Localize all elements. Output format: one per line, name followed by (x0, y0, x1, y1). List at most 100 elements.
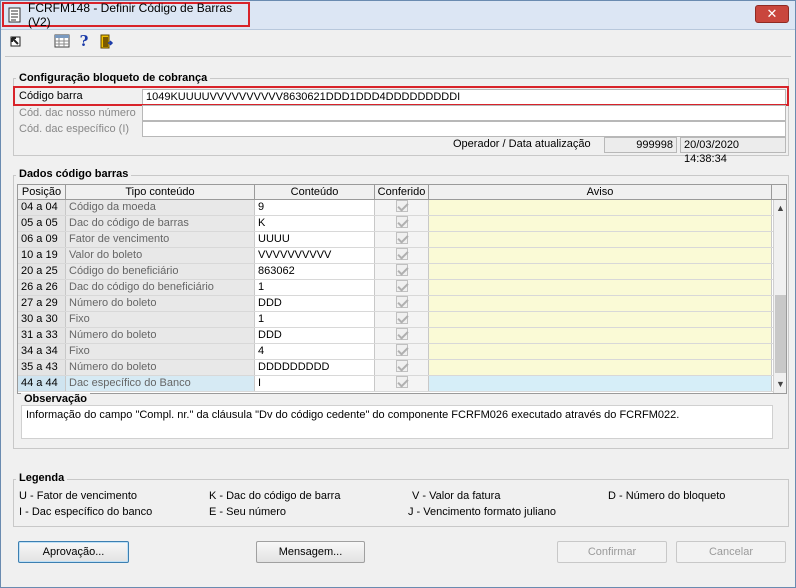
cell-posicao: 34 a 34 (18, 344, 66, 359)
table-scrollbar[interactable]: ▲ ▼ (773, 200, 786, 393)
conferido-checkbox[interactable] (395, 360, 408, 373)
col-aviso[interactable]: Aviso (429, 185, 772, 199)
cell-conteudo[interactable]: DDDDDDDDD (255, 360, 375, 375)
cell-aviso (429, 360, 772, 375)
title-bar: FCRFM148 - Definir Código de Barras (V2)… (1, 1, 795, 30)
cell-tipo-conteudo: Fator de vencimento (66, 232, 255, 247)
legenda-item: E - Seu número (209, 506, 287, 518)
cell-conteudo[interactable]: K (255, 216, 375, 231)
cell-posicao: 06 a 09 (18, 232, 66, 247)
cell-conteudo[interactable]: I (255, 376, 375, 391)
main-window: FCRFM148 - Definir Código de Barras (V2)… (0, 0, 796, 588)
grid-icon[interactable] (53, 34, 71, 50)
toolbar-separator (5, 56, 791, 57)
cell-tipo-conteudo: Número do boleto (66, 328, 255, 343)
table-row[interactable]: 20 a 25 Código do beneficiário 863062 (18, 264, 786, 280)
observacao-title: Observação (21, 393, 90, 405)
cell-posicao: 31 a 33 (18, 328, 66, 343)
cell-conteudo[interactable]: VVVVVVVVVV (255, 248, 375, 263)
cell-aviso (429, 280, 772, 295)
cell-conteudo[interactable]: 1 (255, 312, 375, 327)
legenda-item: K - Dac do código de barra (209, 490, 341, 502)
table-row[interactable]: 04 a 04 Código da moeda 9 (18, 200, 786, 216)
cell-tipo-conteudo: Dac do código de barras (66, 216, 255, 231)
cell-tipo-conteudo: Fixo (66, 344, 255, 359)
cell-conteudo[interactable]: DDD (255, 328, 375, 343)
table-row[interactable]: 10 a 19 Valor do boleto VVVVVVVVVV (18, 248, 786, 264)
cell-conteudo[interactable]: 1 (255, 280, 375, 295)
scroll-thumb[interactable] (775, 295, 786, 373)
cell-posicao: 04 a 04 (18, 200, 66, 215)
conferido-checkbox[interactable] (395, 376, 408, 389)
cell-conferido (375, 376, 429, 391)
col-posicao[interactable]: Posição (18, 185, 66, 199)
conferido-checkbox[interactable] (395, 296, 408, 309)
cell-aviso (429, 296, 772, 311)
table-row[interactable]: 27 a 29 Número do boleto DDD (18, 296, 786, 312)
cancelar-button[interactable]: Cancelar (676, 541, 786, 563)
cell-posicao: 27 a 29 (18, 296, 66, 311)
cell-tipo-conteudo: Dac específico do Banco (66, 376, 255, 391)
table-row[interactable]: 34 a 34 Fixo 4 (18, 344, 786, 360)
conferido-checkbox[interactable] (395, 248, 408, 261)
conferido-checkbox[interactable] (395, 232, 408, 245)
conferido-checkbox[interactable] (395, 312, 408, 325)
conferido-checkbox[interactable] (395, 216, 408, 229)
cell-conteudo[interactable]: 863062 (255, 264, 375, 279)
table-row[interactable]: 44 a 44 Dac específico do Banco I (18, 376, 786, 392)
cell-conferido (375, 232, 429, 247)
aprovacao-button[interactable]: Aprovação... (18, 541, 129, 563)
dac-especifico-field[interactable] (142, 121, 786, 137)
col-tipo-conteudo[interactable]: Tipo conteúdo (66, 185, 255, 199)
operador-label: Operador / Data atualização (453, 138, 591, 150)
table-row[interactable]: 05 a 05 Dac do código de barras K (18, 216, 786, 232)
conferido-checkbox[interactable] (395, 264, 408, 277)
window-title: FCRFM148 - Definir Código de Barras (V2) (28, 0, 233, 29)
cell-aviso (429, 232, 772, 247)
cell-conteudo[interactable]: 4 (255, 344, 375, 359)
dac-nosso-numero-label: Cód. dac nosso número (19, 107, 136, 119)
conferido-checkbox[interactable] (395, 200, 408, 213)
help-icon[interactable]: ? (75, 34, 93, 50)
cell-aviso (429, 344, 772, 359)
legenda-item: V - Valor da fatura (412, 490, 501, 502)
cell-conferido (375, 328, 429, 343)
title-highlight-frame: FCRFM148 - Definir Código de Barras (V2) (2, 0, 250, 29)
scroll-down-icon[interactable]: ▼ (774, 378, 786, 391)
legenda-group (13, 479, 789, 527)
arrow-icon[interactable] (7, 34, 25, 50)
cell-conferido (375, 360, 429, 375)
col-conferido[interactable]: Conferido (375, 185, 429, 199)
mensagem-button[interactable]: Mensagem... (256, 541, 365, 563)
cell-conferido (375, 264, 429, 279)
config-group-title: Configuração bloqueto de cobrança (16, 72, 211, 84)
table-row[interactable]: 35 a 43 Número do boleto DDDDDDDDD (18, 360, 786, 376)
table-row[interactable]: 26 a 26 Dac do código do beneficiário 1 (18, 280, 786, 296)
scroll-up-icon[interactable]: ▲ (774, 202, 786, 215)
legenda-item: D - Número do bloqueto (608, 490, 726, 502)
cell-conteudo[interactable]: DDD (255, 296, 375, 311)
dac-especifico-label: Cód. dac específico (I) (19, 123, 130, 135)
table-row[interactable]: 30 a 30 Fixo 1 (18, 312, 786, 328)
exit-icon[interactable] (97, 34, 115, 50)
confirmar-button[interactable]: Confirmar (557, 541, 667, 563)
cell-aviso (429, 312, 772, 327)
operador-field: 999998 (604, 137, 677, 153)
conferido-checkbox[interactable] (395, 328, 408, 341)
observacao-text: Informação do campo "Compl. nr." da cláu… (21, 405, 773, 439)
conferido-checkbox[interactable] (395, 344, 408, 357)
cell-conferido (375, 280, 429, 295)
table-row[interactable]: 31 a 33 Número do boleto DDD (18, 328, 786, 344)
legenda-item: U - Fator de vencimento (19, 490, 137, 502)
conferido-checkbox[interactable] (395, 280, 408, 293)
dac-nosso-numero-field[interactable] (142, 105, 786, 121)
cell-aviso (429, 200, 772, 215)
cell-tipo-conteudo: Dac do código do beneficiário (66, 280, 255, 295)
col-conteudo[interactable]: Conteúdo (255, 185, 375, 199)
cell-conteudo[interactable]: UUUU (255, 232, 375, 247)
cell-conteudo[interactable]: 9 (255, 200, 375, 215)
table-row[interactable]: 06 a 09 Fator de vencimento UUUU (18, 232, 786, 248)
close-button[interactable]: ✕ (755, 5, 789, 23)
cell-posicao: 30 a 30 (18, 312, 66, 327)
cell-aviso (429, 248, 772, 263)
